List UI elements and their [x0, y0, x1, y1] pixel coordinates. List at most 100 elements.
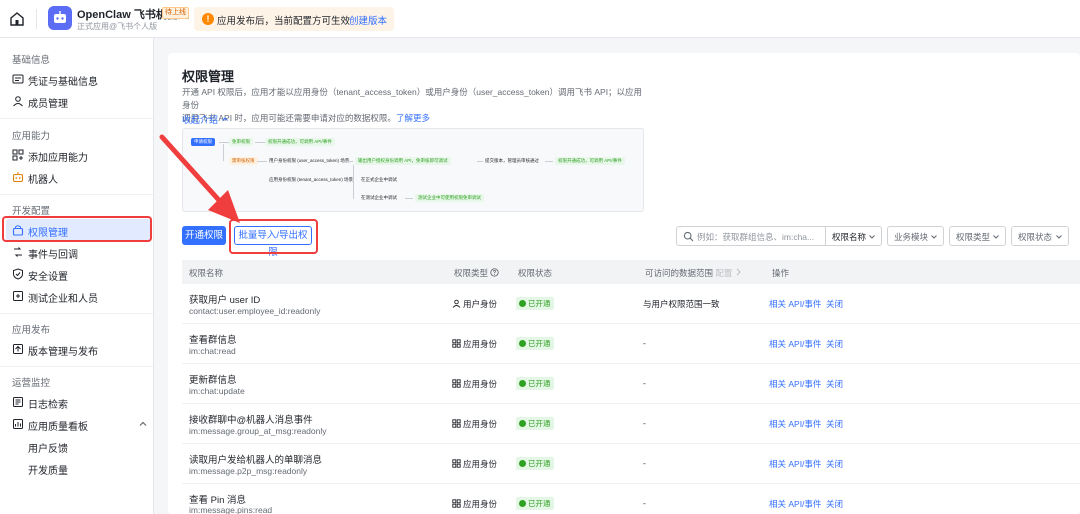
sidebar: 基础信息 凭证与基础信息 成员管理 应用能力 添加应用能力 机器人 开发配置 权… [0, 38, 154, 514]
data-scope: - [643, 498, 646, 508]
flow-user-token: 用户身份权限 (user_access_token) 场景 [269, 158, 350, 163]
sidebar-item-user-feedback[interactable]: 用户反馈 [6, 435, 152, 457]
sidebar-item-version[interactable]: 版本管理与发布 [6, 338, 152, 360]
check-circle-icon [519, 420, 526, 427]
sidebar-item-security[interactable]: 安全设置 [6, 263, 152, 285]
sidebar-section-release: 应用发布 [12, 325, 51, 336]
log-icon [13, 397, 23, 407]
create-version-link[interactable]: 创建版本 [349, 13, 387, 27]
sidebar-item-label: 应用质量看板 [28, 422, 88, 433]
close-permission-link[interactable]: 关闭 [826, 298, 843, 310]
chevron-down-icon [1056, 235, 1062, 239]
sidebar-highlight-box [2, 216, 152, 242]
permission-name: 更新群信息 [189, 375, 237, 386]
sidebar-item-quality-dashboard[interactable]: 应用质量看板 [6, 413, 152, 435]
learn-more-link[interactable]: 了解更多 [396, 113, 430, 123]
grid-add-icon [12, 149, 24, 161]
flow-no-review: 免审权限 [229, 138, 253, 146]
page-description: 开通 API 权限后，应用才能以应用身份（tenant_access_token… [182, 86, 644, 125]
flow-review: 需审核权限 [229, 157, 258, 165]
sidebar-item-robot[interactable]: 机器人 [6, 166, 152, 188]
sidebar-divider [0, 313, 153, 314]
search-scope-select[interactable]: 权限名称 [825, 226, 882, 246]
flow-apply: 申请权限 [191, 138, 215, 146]
scope-config-link[interactable]: 配置 [715, 268, 732, 278]
close-permission-link[interactable]: 关闭 [826, 498, 843, 510]
close-permission-link[interactable]: 关闭 [826, 418, 843, 430]
chevron-down-icon [869, 235, 875, 239]
sidebar-item-credentials[interactable]: 凭证与基础信息 [6, 68, 152, 90]
check-circle-icon [519, 460, 526, 467]
header-type: 权限类型 [454, 267, 500, 279]
permission-code: contact:user.employee_id:readonly [189, 306, 321, 316]
status-label: 已开通 [528, 499, 551, 508]
home-icon[interactable] [8, 10, 26, 28]
sidebar-divider [0, 366, 153, 367]
permission-type: 应用身份 [452, 458, 497, 470]
robot-icon [12, 172, 24, 183]
help-icon[interactable] [490, 268, 500, 277]
related-api-link[interactable]: 相关 API/事件 [769, 458, 821, 470]
data-scope: - [643, 338, 646, 348]
flow-connector [405, 198, 413, 199]
type-filter-select[interactable]: 权限类型 [949, 226, 1006, 246]
topbar-divider [36, 9, 37, 29]
enable-permission-button[interactable]: 开通权限 [182, 226, 226, 245]
dashboard-icon [13, 419, 23, 429]
search-icon [683, 231, 694, 242]
close-permission-link[interactable]: 关闭 [826, 458, 843, 470]
permission-code: im:message.pins:read [189, 505, 273, 514]
close-permission-link[interactable]: 关闭 [826, 378, 843, 390]
sidebar-item-add-capability[interactable]: 添加应用能力 [6, 144, 152, 166]
sidebar-item-logs[interactable]: 日志检索 [6, 391, 152, 413]
module-filter-select[interactable]: 业务模块 [887, 226, 944, 246]
sidebar-item-dev-quality[interactable]: 开发质量 [6, 457, 152, 479]
status-badge: 已开通 [516, 337, 554, 350]
related-api-link[interactable]: 相关 API/事件 [769, 378, 821, 390]
status-label: 已开通 [528, 339, 551, 348]
status-badge: 待上线 [162, 7, 189, 19]
permission-type: 应用身份 [452, 338, 497, 350]
sidebar-section-ops: 运营监控 [12, 378, 51, 389]
related-api-link[interactable]: 相关 API/事件 [769, 298, 821, 310]
collapse-intro-link[interactable]: 收起介绍 [182, 113, 229, 126]
chevron-right-icon [736, 268, 741, 276]
related-api-link[interactable]: 相关 API/事件 [769, 338, 821, 350]
permission-name: 接收群聊中@机器人消息事件 [189, 415, 313, 426]
status-filter-label: 权限状态 [1018, 232, 1053, 242]
test-icon [13, 291, 23, 301]
sidebar-item-members[interactable]: 成员管理 [6, 90, 152, 112]
table-row: 查看群信息 im:chat:read 应用身份 已开通 - 相关 API/事件 … [182, 324, 1080, 364]
sidebar-item-label: 成员管理 [28, 99, 68, 110]
sidebar-item-label: 添加应用能力 [28, 153, 88, 164]
flow-connector [223, 144, 224, 161]
app-logo-icon [48, 6, 72, 30]
header-scope: 可访问的数据范围 配置 [645, 267, 742, 279]
sidebar-section-basic: 基础信息 [12, 55, 51, 66]
check-circle-icon [519, 340, 526, 347]
flow-connector [477, 161, 483, 162]
sidebar-item-test-enterprise[interactable]: 测试企业和人员 [6, 285, 152, 307]
sidebar-item-events[interactable]: 事件与回调 [6, 241, 152, 263]
related-api-link[interactable]: 相关 API/事件 [769, 498, 821, 510]
status-badge: 已开通 [516, 377, 554, 390]
status-filter-select[interactable]: 权限状态 [1011, 226, 1069, 246]
flow-final: 权限开通成功，可调用 API/事件 [555, 157, 625, 165]
chevron-up-icon[interactable] [138, 419, 148, 429]
credential-icon [12, 74, 24, 84]
permission-type: 应用身份 [452, 378, 497, 390]
notice-text: 应用发布后，当前配置方可生效 [217, 16, 351, 27]
permission-type-label: 应用身份 [463, 379, 498, 389]
close-permission-link[interactable]: 关闭 [826, 338, 843, 350]
desc-line-1: 开通 API 权限后，应用才能以应用身份（tenant_access_token… [182, 87, 643, 110]
search-input[interactable]: 例如：获取群组信息、im:cha... [676, 226, 826, 246]
check-circle-icon [519, 300, 526, 307]
permission-type: 应用身份 [452, 418, 497, 430]
app-subtitle: 正式应用@飞书个人版 [77, 22, 158, 31]
flow-test-enterprise: 在测试企业中调试 [361, 195, 397, 200]
sidebar-item-label: 事件与回调 [28, 250, 78, 261]
flow-enterprise-test: 在正式企业中调试 [361, 177, 397, 182]
related-api-link[interactable]: 相关 API/事件 [769, 418, 821, 430]
permission-type: 应用身份 [452, 498, 497, 510]
status-label: 已开通 [528, 419, 551, 428]
